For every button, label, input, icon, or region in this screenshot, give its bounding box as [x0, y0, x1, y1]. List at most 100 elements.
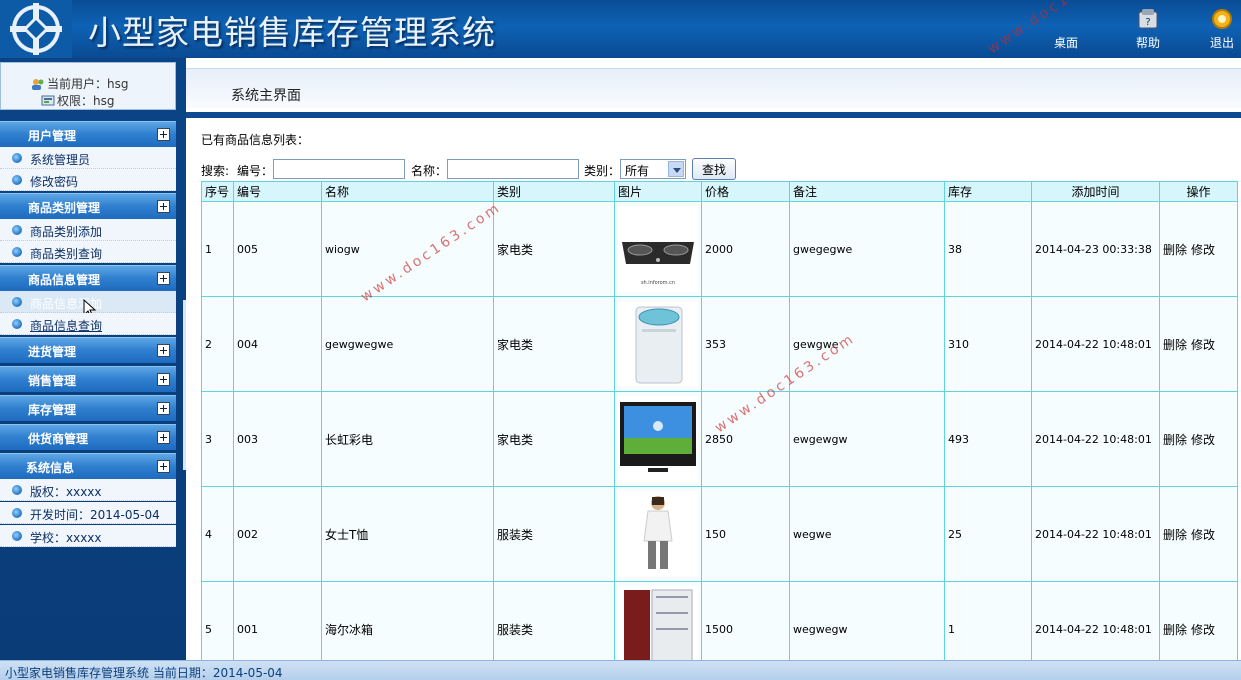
menu-item-sys-admin[interactable]: 系统管理员 [0, 147, 176, 169]
bullet-icon [12, 153, 22, 163]
col-header: 备注 [789, 181, 945, 202]
menu-purchase-management[interactable]: 进货管理 [0, 337, 176, 363]
menu-item-category-add[interactable]: 商品类别添加 [0, 219, 176, 241]
menu-user-management[interactable]: 用户管理 [0, 121, 176, 147]
user-info-box: 当前用户：hsg 权限：hsg [0, 62, 176, 110]
expand-icon[interactable] [157, 402, 170, 415]
menu-head-label: 销售管理 [28, 374, 77, 388]
cell-ops: 删除 修改 [1159, 486, 1238, 582]
cell-ops: 删除 修改 [1159, 391, 1238, 487]
cell-stock: 493 [944, 391, 1032, 487]
menu-head-label: 进货管理 [28, 345, 77, 359]
menu-item-category-query[interactable]: 商品类别查询 [0, 241, 176, 263]
desktop-button[interactable]: 桌面 [1042, 6, 1090, 54]
cell-time: 2014-04-22 10:48:01 [1031, 391, 1160, 487]
delete-link[interactable]: 删除 [1163, 623, 1187, 637]
info-label: 版权：xxxxx [30, 485, 102, 499]
cell-price: 2850 [701, 391, 790, 487]
goods-table: 序号 编号 名称 类别 图片 价格 备注 库存 添加时间 操作 1 005 wi… [201, 181, 1238, 677]
cell-stock: 25 [944, 486, 1032, 582]
edit-link[interactable]: 修改 [1191, 528, 1215, 542]
menu-head-label: 库存管理 [28, 403, 77, 417]
search-button[interactable]: 查找 [692, 158, 736, 180]
cell-code: 003 [233, 391, 322, 487]
cell-name: 女士T恤 [321, 486, 494, 582]
table-row: 1 005 wiogw 家电类 sh.inforom.cn 2000 gwege… [201, 201, 1238, 297]
cell-note: gwegegwe [789, 201, 945, 297]
menu-sales-management[interactable]: 销售管理 [0, 366, 176, 392]
expand-icon[interactable] [157, 431, 170, 444]
col-header: 添加时间 [1031, 181, 1160, 202]
cell-note: wegwe [789, 486, 945, 582]
name-input[interactable] [447, 159, 579, 179]
menu-item-label: 商品信息查询 [30, 319, 103, 333]
menu-goods-management[interactable]: 商品信息管理 [0, 265, 176, 291]
exit-label: 退出 [1209, 36, 1234, 50]
exit-button[interactable]: 退出 [1198, 6, 1241, 54]
delete-link[interactable]: 删除 [1163, 528, 1187, 542]
type-select[interactable]: 所有 [620, 159, 686, 179]
cell-note: gewgwe [789, 296, 945, 392]
col-header: 价格 [701, 181, 790, 202]
cell-ops: 删除 修改 [1159, 296, 1238, 392]
menu-system-info[interactable]: 系统信息 [0, 453, 176, 479]
expand-icon[interactable] [157, 200, 170, 213]
expand-icon[interactable] [157, 373, 170, 386]
edit-link[interactable]: 修改 [1191, 433, 1215, 447]
app-title: 小型家电销售库存管理系统 [88, 13, 496, 52]
menu-item-change-password[interactable]: 修改密码 [0, 169, 176, 191]
code-input[interactable] [273, 159, 405, 179]
help-button[interactable]: ? 帮助 [1124, 6, 1172, 54]
cell-type: 服装类 [493, 486, 615, 582]
menu-head-label: 供货商管理 [28, 432, 89, 446]
info-label: 开发时间：2014-05-04 [30, 508, 160, 522]
cell-stock: 38 [944, 201, 1032, 297]
expand-icon[interactable] [157, 460, 170, 473]
col-header: 操作 [1159, 181, 1238, 202]
cell-name: wiogw [321, 201, 494, 297]
delete-link[interactable]: 删除 [1163, 433, 1187, 447]
svg-text:?: ? [1145, 17, 1150, 28]
cell-image [614, 296, 702, 392]
current-user-text: 当前用户：hsg [47, 77, 129, 91]
info-dev-time: 开发时间：2014-05-04 [0, 502, 176, 524]
left-sidebar: 当前用户：hsg 权限：hsg 用户管理 系统管理员 修改密码 商品类别管理 商… [0, 58, 186, 660]
expand-icon[interactable] [157, 344, 170, 357]
main-tab-bar: 系统主界面 [186, 68, 1241, 108]
help-label: 帮助 [1135, 36, 1160, 50]
col-header: 库存 [944, 181, 1032, 202]
delete-link[interactable]: 删除 [1163, 243, 1187, 257]
table-row: 4 002 女士T恤 服装类 150 wegwe 25 2014-04-22 1… [201, 486, 1238, 582]
menu-category-management[interactable]: 商品类别管理 [0, 193, 176, 219]
bullet-icon [12, 175, 22, 185]
tv-image [618, 396, 698, 482]
expand-icon[interactable] [157, 128, 170, 141]
expand-icon[interactable] [157, 272, 170, 285]
col-header: 图片 [614, 181, 702, 202]
menu-item-goods-add[interactable]: 商品信息添加 [0, 291, 176, 319]
cell-name: 长虹彩电 [321, 391, 494, 487]
menu-item-label: 修改密码 [30, 175, 79, 189]
edit-link[interactable]: 修改 [1191, 338, 1215, 352]
menu-item-label: 商品类别添加 [30, 225, 103, 239]
cell-no: 4 [201, 486, 234, 582]
edit-link[interactable]: 修改 [1191, 243, 1215, 257]
menu-item-goods-query[interactable]: 商品信息查询 [0, 313, 176, 335]
menu-supplier-management[interactable]: 供货商管理 [0, 424, 176, 450]
main-tab-title: 系统主界面 [231, 88, 301, 104]
permission-text: 权限：hsg [57, 94, 115, 108]
delete-link[interactable]: 删除 [1163, 338, 1187, 352]
bullet-icon [12, 485, 22, 495]
menu-stock-management[interactable]: 库存管理 [0, 395, 176, 421]
footer-text: 小型家电销售库存管理系统 当前日期：2014-05-04 [5, 666, 283, 680]
edit-link[interactable]: 修改 [1191, 623, 1215, 637]
menu-item-label: 商品类别查询 [30, 247, 103, 261]
bullet-icon [12, 297, 22, 307]
cell-code: 004 [233, 296, 322, 392]
bullet-icon [12, 531, 22, 541]
chevron-down-icon[interactable] [668, 161, 684, 177]
user-icon [31, 78, 45, 90]
name-label: 名称： [411, 164, 448, 178]
menu-head-label: 系统信息 [26, 461, 75, 475]
app-logo [0, 0, 72, 58]
